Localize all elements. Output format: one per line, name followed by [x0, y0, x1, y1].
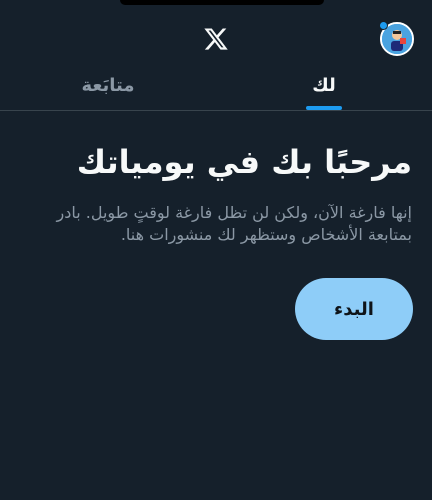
empty-timeline: مرحبًا بك في يومياتك إنها فارغة الآن، ول…: [20, 138, 413, 246]
tab-for-you-label: لك: [312, 75, 336, 96]
empty-state-subtitle: إنها فارغة الآن، ولكن لن تظل فارغة لوقتٍ…: [56, 203, 413, 244]
x-logo-icon[interactable]: [203, 26, 229, 52]
tab-for-you[interactable]: لك: [216, 68, 432, 110]
tab-following-label: متابَعة: [81, 75, 135, 96]
tab-following[interactable]: متابَعة: [0, 68, 216, 110]
profile-avatar-button[interactable]: [379, 21, 414, 56]
timeline-tabs: لك متابَعة: [0, 68, 432, 111]
notification-dot: [379, 21, 388, 30]
top-bar: [0, 0, 432, 68]
get-started-button[interactable]: البدء: [295, 278, 413, 340]
empty-state-title: مرحبًا بك في يومياتك: [76, 143, 412, 181]
active-tab-indicator: [306, 106, 342, 110]
